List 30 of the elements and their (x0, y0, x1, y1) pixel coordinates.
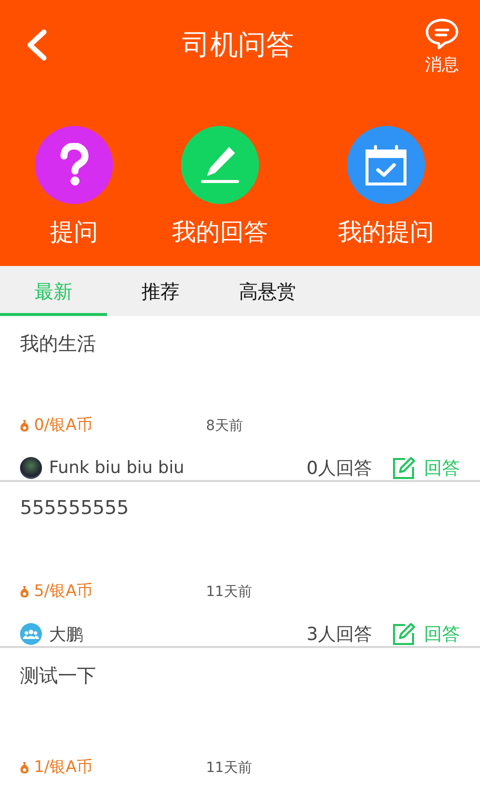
shortcut-button[interactable]: 我的回答 (150, 126, 290, 248)
edit-icon (392, 622, 416, 646)
reward-text: 1/银A币 (34, 757, 94, 778)
time-text: 11天前 (206, 582, 252, 600)
shortcut-button[interactable]: 提问 (24, 126, 124, 248)
money-bag-icon (20, 585, 29, 598)
author-name: Funk biu biu biu (49, 458, 186, 478)
messages-button[interactable]: 消息 (424, 16, 460, 76)
author-name: 大鹏 (49, 624, 84, 646)
money-bag-icon (20, 761, 29, 774)
reward-text: 5/银A币 (34, 581, 94, 602)
question-title[interactable]: 我的生活 (20, 331, 460, 381)
tab[interactable]: 推荐 (107, 266, 214, 316)
answer-button[interactable]: 回答 (392, 456, 460, 480)
time-text: 8天前 (206, 416, 243, 434)
answer-button[interactable]: 回答 (392, 622, 460, 646)
pencil-icon (198, 145, 242, 185)
time-text: 11天前 (206, 758, 252, 776)
question-title[interactable]: 测试一下 (20, 663, 460, 723)
page-title: 司机问答 (182, 27, 294, 63)
answer-count: 3人回答 (306, 623, 372, 646)
shortcut-button[interactable]: 我的提问 (316, 126, 456, 248)
calendar-check-icon (364, 144, 408, 186)
tab[interactable]: 最新 (0, 266, 107, 316)
question-title[interactable]: 555555555 (20, 497, 460, 547)
tab[interactable]: 高悬赏 (214, 266, 321, 316)
money-bag-icon (20, 419, 29, 432)
reward-text: 0/银A币 (34, 415, 94, 436)
edit-icon (392, 456, 416, 480)
answer-count: 0人回答 (306, 457, 372, 480)
